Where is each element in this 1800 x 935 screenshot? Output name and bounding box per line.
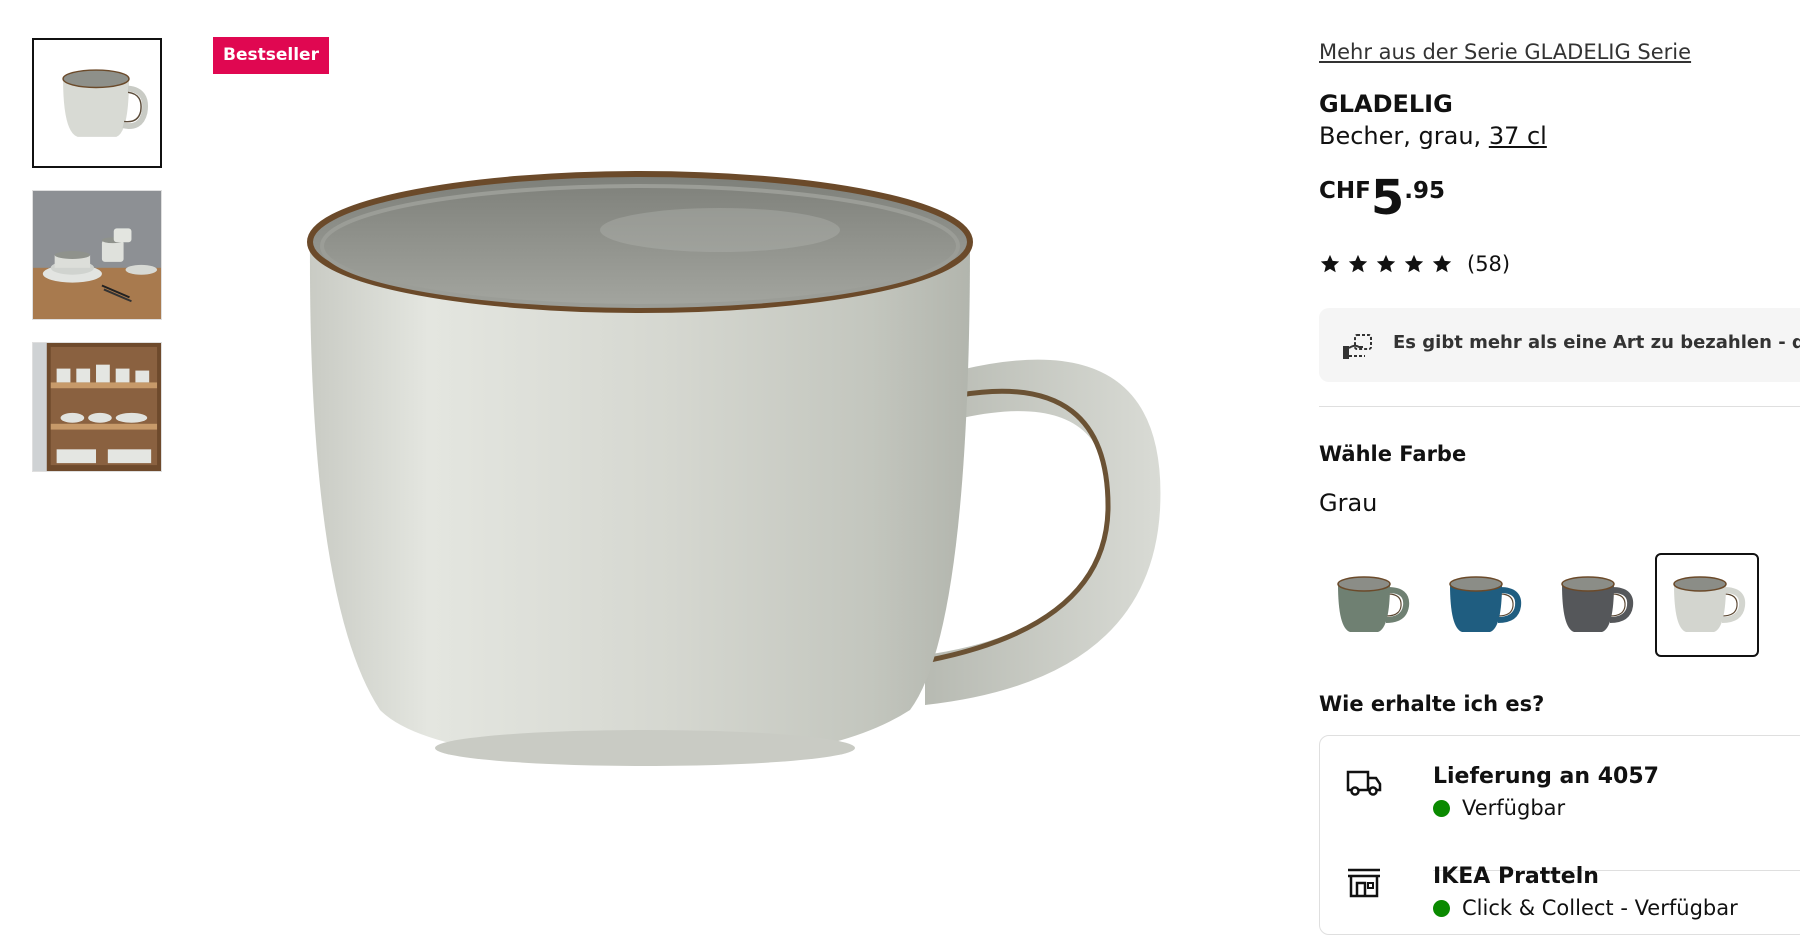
thumbnail-table-setting[interactable] xyxy=(32,190,162,320)
store-status: Click & Collect - Verfügbar xyxy=(1433,896,1738,920)
color-label: Wähle Farbe xyxy=(1319,442,1467,466)
available-dot-icon xyxy=(1433,899,1450,917)
bestseller-badge: Bestseller xyxy=(213,37,329,74)
color-swatches xyxy=(1319,553,1759,657)
star-icon xyxy=(1348,254,1368,273)
size-link[interactable]: 37 cl xyxy=(1489,122,1547,150)
rating[interactable]: (58) xyxy=(1319,252,1510,276)
store-icon xyxy=(1348,868,1380,898)
mug-swatch-icon xyxy=(1673,576,1746,632)
star-icon xyxy=(1376,254,1396,273)
price-currency: CHF xyxy=(1319,178,1371,204)
price-integer: 5 xyxy=(1370,170,1405,226)
color-swatch-blue[interactable] xyxy=(1431,553,1535,657)
series-link[interactable]: Mehr aus der Serie GLADELIG Serie xyxy=(1319,40,1691,64)
product-description-text: Becher, grau, xyxy=(1319,122,1489,150)
delivery-label: Wie erhalte ich es? xyxy=(1319,692,1545,716)
delivery-title: Lieferung an 4057 xyxy=(1433,764,1659,789)
payment-banner-text: Es gibt mehr als eine Art zu bezahlen - … xyxy=(1393,332,1800,353)
payment-hand-icon xyxy=(1343,334,1372,359)
thumbnail-list xyxy=(32,38,164,494)
color-swatch-grey[interactable] xyxy=(1655,553,1759,657)
shelf-image xyxy=(33,343,161,471)
rating-stars xyxy=(1319,253,1453,275)
product-info: Mehr aus der Serie GLADELIG Serie GLADEL… xyxy=(1319,0,1800,935)
truck-icon xyxy=(1346,770,1382,796)
delivery-status: Verfügbar xyxy=(1433,796,1565,820)
mug-image xyxy=(34,40,160,166)
mug-swatch-icon xyxy=(1449,576,1522,632)
table-setting-image xyxy=(33,191,161,319)
mug-swatch-icon xyxy=(1337,576,1410,632)
color-swatch-green[interactable] xyxy=(1319,553,1423,657)
price: CHF5.95 xyxy=(1319,172,1445,224)
divider xyxy=(1319,406,1800,407)
delivery-status-text: Verfügbar xyxy=(1462,796,1566,820)
available-dot-icon xyxy=(1433,799,1450,817)
star-icon xyxy=(1432,254,1452,273)
price-decimal: .95 xyxy=(1404,178,1445,204)
thumbnail-mug[interactable] xyxy=(32,38,162,168)
color-swatch-dark-grey[interactable] xyxy=(1543,553,1647,657)
mug-swatch-icon xyxy=(1561,576,1634,632)
thumbnail-shelf[interactable] xyxy=(32,342,162,472)
selected-color: Grau xyxy=(1319,489,1378,517)
delivery-options: Lieferung an 4057 Verfügbar IKEA Prattel… xyxy=(1319,735,1800,935)
star-icon xyxy=(1320,254,1340,273)
store-title: IKEA Pratteln xyxy=(1433,864,1599,889)
review-count: (58) xyxy=(1467,252,1511,276)
product-name: GLADELIG xyxy=(1319,90,1453,118)
payment-banner[interactable]: Es gibt mehr als eine Art zu bezahlen - … xyxy=(1319,308,1800,382)
store-status-text: Click & Collect - Verfügbar xyxy=(1462,896,1738,920)
product-description: Becher, grau, 37 cl xyxy=(1319,122,1547,150)
main-product-image xyxy=(270,150,1200,890)
star-icon xyxy=(1404,254,1424,273)
